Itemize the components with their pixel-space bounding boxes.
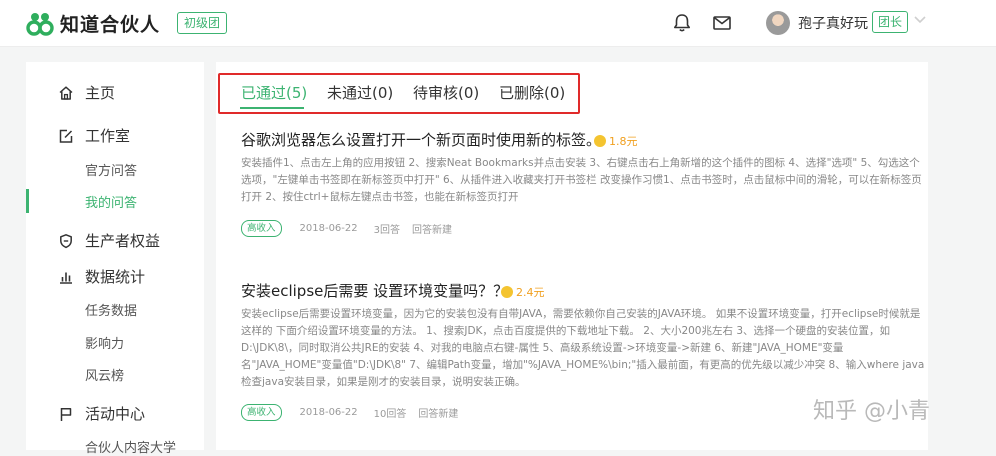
- sidebar-label-home: 主页: [85, 84, 116, 102]
- sidebar-item-influence[interactable]: 影响力: [85, 333, 124, 352]
- username[interactable]: 孢子真好玩: [798, 13, 868, 33]
- question-body: 安装eclipse后需要设置环境变量，因为它的安装包没有自带JAVA，需要依赖你…: [241, 308, 925, 388]
- sidebar-item-official-qa[interactable]: 官方问答: [85, 160, 137, 179]
- tab-approved[interactable]: 已通过(5): [241, 82, 307, 103]
- sidebar-item-stats[interactable]: 数据统计: [26, 265, 204, 289]
- question-date: 2018-06-22: [299, 407, 358, 418]
- edit-icon: [59, 129, 73, 143]
- sidebar-label-rights: 生产者权益: [85, 232, 161, 250]
- tab-pending[interactable]: 待审核(0): [413, 82, 479, 103]
- question-date: 2018-06-22: [299, 223, 358, 234]
- sidebar: 主页 工作室 官方问答 我的问答 生产者权益 数据统计 任务数据 影响力 风云榜…: [26, 62, 204, 456]
- sidebar-item-partner-university[interactable]: 合伙人内容大学: [85, 437, 176, 456]
- question-title[interactable]: 安装eclipse后需要 设置环境变量吗？？: [241, 280, 508, 301]
- sidebar-label-studio: 工作室: [85, 127, 131, 145]
- bell-icon[interactable]: [671, 12, 693, 34]
- sidebar-item-events[interactable]: 活动中心: [26, 402, 204, 426]
- avatar[interactable]: [766, 11, 790, 35]
- flag-icon: [60, 408, 72, 421]
- coin-icon: [501, 286, 513, 298]
- answer-new-link[interactable]: 回答新建: [418, 405, 458, 420]
- reward-amount: 2.4元: [516, 286, 545, 299]
- coin-icon: [594, 135, 606, 147]
- sidebar-item-rights[interactable]: 生产者权益: [26, 229, 204, 253]
- sidebar-item-home[interactable]: 主页: [26, 81, 204, 105]
- income-tag: 高收入: [241, 220, 282, 237]
- reward-amount: 1.8元: [609, 135, 638, 148]
- answer-count[interactable]: 10回答: [374, 405, 407, 420]
- tab-rejected[interactable]: 未通过(0): [327, 82, 393, 103]
- sidebar-item-studio[interactable]: 工作室: [26, 124, 204, 148]
- active-tab-underline: [240, 107, 304, 109]
- main-panel: 已通过(5) 未通过(0) 待审核(0) 已删除(0) 谷歌浏览器怎么设置打开一…: [216, 62, 928, 450]
- level-badge: 初级团: [177, 12, 228, 34]
- bar-chart-icon: [60, 272, 72, 284]
- watermark: 知乎 @小青: [813, 399, 930, 424]
- question-meta: 高收入 2018-06-22 3回答 回答新建: [241, 220, 452, 237]
- sidebar-label-events: 活动中心: [85, 405, 146, 423]
- active-indicator: [26, 189, 29, 213]
- sidebar-item-my-qa[interactable]: 我的问答: [85, 192, 137, 211]
- sidebar-item-leaderboard[interactable]: 风云榜: [85, 365, 124, 384]
- reward-badge: 2.4元: [501, 284, 545, 300]
- question-title[interactable]: 谷歌浏览器怎么设置打开一个新页面时使用新的标签。: [241, 129, 601, 150]
- mail-icon[interactable]: [711, 12, 733, 34]
- logo[interactable]: 知道合伙人: [26, 10, 160, 36]
- reward-badge: 1.8元: [594, 133, 638, 149]
- top-bar: 知道合伙人 初级团 孢子真好玩 团长: [0, 0, 996, 47]
- question-body: 安装插件1、点击左上角的应用按钮 2、搜索Neat Bookmarks并点击安装…: [241, 157, 922, 203]
- tab-deleted[interactable]: 已删除(0): [499, 82, 565, 103]
- question-meta: 高收入 2018-06-22 10回答 回答新建: [241, 404, 458, 421]
- logo-text: 知道合伙人: [60, 13, 161, 36]
- sidebar-item-task-data[interactable]: 任务数据: [85, 300, 137, 319]
- answer-count[interactable]: 3回答: [374, 221, 400, 236]
- shield-icon: [60, 234, 72, 249]
- logo-icon: [26, 13, 54, 36]
- home-icon: [59, 86, 73, 100]
- role-badge: 团长: [872, 11, 909, 33]
- income-tag: 高收入: [241, 404, 282, 421]
- sidebar-label-stats: 数据统计: [85, 268, 146, 286]
- chevron-down-icon[interactable]: [914, 15, 926, 25]
- answer-new-link[interactable]: 回答新建: [412, 221, 452, 236]
